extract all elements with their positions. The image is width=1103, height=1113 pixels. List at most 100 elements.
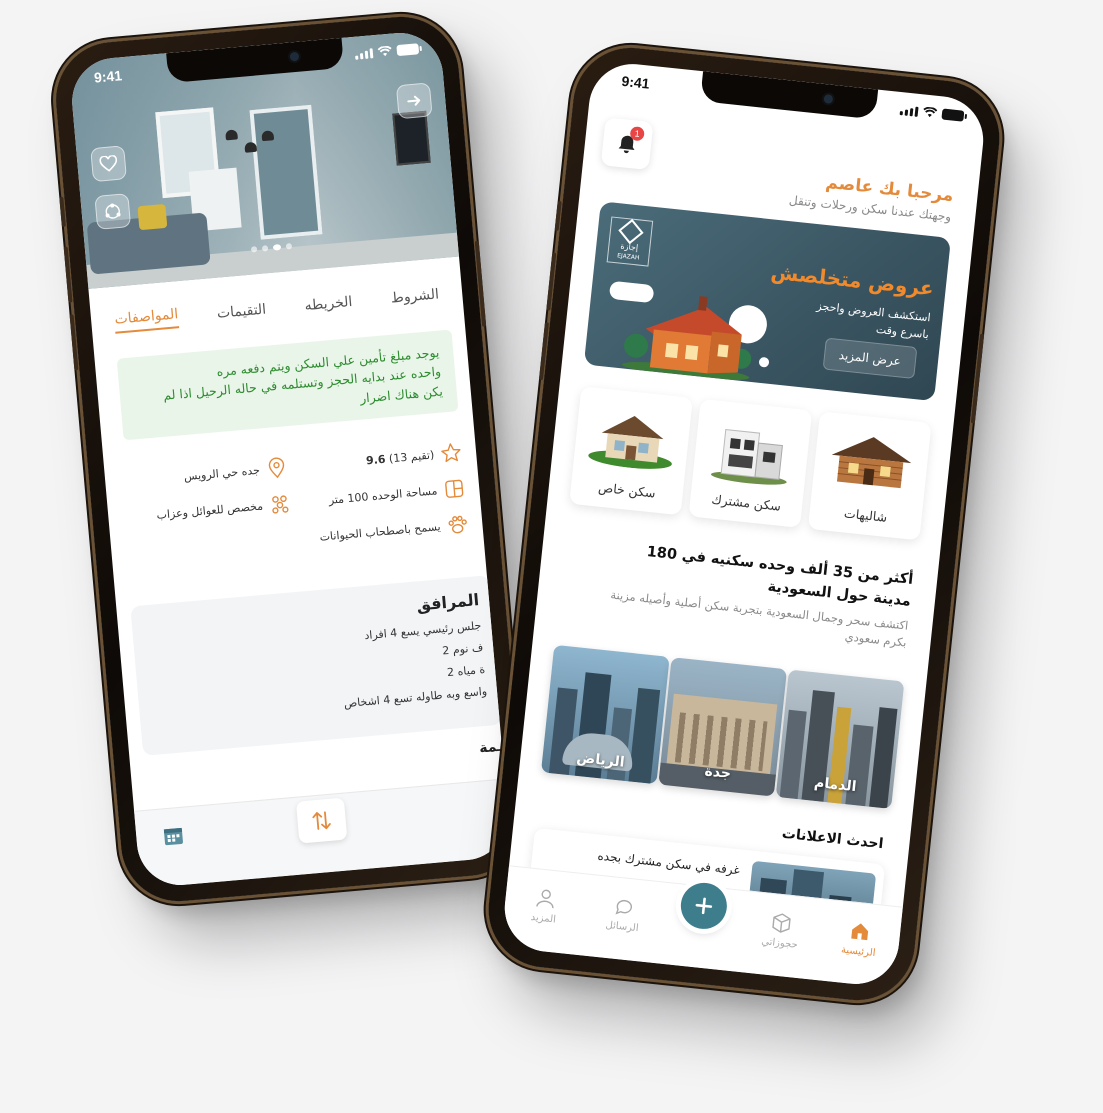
latest-ads-title: احدث الاعلانات <box>781 825 885 853</box>
heart-icon <box>99 154 118 172</box>
notification-badge: 1 <box>629 126 645 142</box>
box-icon <box>772 913 791 933</box>
pager-dot-active[interactable] <box>272 243 282 251</box>
category-label: سكن خاص <box>597 479 657 501</box>
volume-up <box>546 252 557 311</box>
audience-feature: مخصص للعوائل وعزاب <box>122 492 292 529</box>
notifications-button[interactable]: 1 <box>600 117 654 171</box>
location-feature[interactable]: جده حي الرويس <box>118 456 288 493</box>
tab-label: حجوزاتي <box>760 936 799 951</box>
tab-map[interactable]: الخريطه <box>304 294 353 314</box>
tab-messages[interactable]: الرسائل <box>592 892 656 935</box>
rating-value: 9.6 <box>365 452 387 467</box>
features-grid: (تقيم 13) 9.6 جده حي الرويس مساحة الوحده… <box>118 441 469 565</box>
power-button <box>970 333 985 424</box>
category-private[interactable]: سكن خاص <box>569 386 693 516</box>
city-dammam[interactable]: الدمام <box>775 669 905 809</box>
location-text: جده حي الرويس <box>183 463 261 483</box>
house-illustration <box>622 296 752 381</box>
signal-icon <box>899 105 919 117</box>
wifi-icon <box>923 106 938 118</box>
plus-icon <box>695 897 713 914</box>
audience-text: مخصص للعوائل وعزاب <box>155 499 264 522</box>
tab-home[interactable]: الرئيسية <box>828 917 892 960</box>
city-jeddah[interactable]: جدة <box>658 657 788 797</box>
swap-vertical-icon <box>312 811 331 830</box>
private-house-image <box>588 415 672 469</box>
rating-feature: (تقيم 13) 9.6 <box>293 441 463 478</box>
cities: الرياض جدة الدمام <box>540 644 905 809</box>
detail-screen: 9:41 المواصفات التقيمات الخريطه الشروط ي… <box>68 29 512 889</box>
category-chalets[interactable]: شاليهات <box>807 411 932 541</box>
calendar-icon <box>163 827 183 846</box>
family-icon <box>272 495 289 514</box>
category-shared[interactable]: سكن مشترك <box>688 398 813 528</box>
favorite-button[interactable] <box>90 145 127 183</box>
pager-dot[interactable] <box>285 243 293 250</box>
battery-icon <box>941 108 965 122</box>
status-time: 9:41 <box>620 72 651 92</box>
volume-down <box>69 314 79 371</box>
star-icon <box>441 443 461 463</box>
phone-home: 9:41 1 مرحبا بك عاصم وجهتك عندنا سكن ورح… <box>482 42 1006 1006</box>
user-icon <box>535 889 554 909</box>
signal-icon <box>355 47 374 60</box>
home-icon <box>851 923 869 941</box>
home-screen: 9:41 1 مرحبا بك عاصم وجهتك عندنا سكن ورح… <box>500 59 988 989</box>
next-button[interactable] <box>395 82 433 120</box>
greeting: مرحبا بك عاصم وجهتك عندنا سكن ورحلات وتن… <box>788 169 954 224</box>
categories: سكن خاص سكن مشترك شاليهات <box>569 386 932 541</box>
wifi-icon <box>377 45 392 57</box>
promo-title: عروض متخلصش <box>769 259 935 301</box>
swap-button[interactable] <box>295 797 348 844</box>
lamp <box>244 141 258 153</box>
tab-more[interactable]: المزيد <box>513 884 577 927</box>
tab-bookings[interactable]: حجوزاتي <box>749 909 813 952</box>
tab-terms[interactable]: الشروط <box>390 286 439 306</box>
power-button <box>474 240 487 327</box>
tab-label: الرسائل <box>604 919 640 935</box>
pager-dot[interactable] <box>261 245 269 252</box>
lamp <box>225 129 238 141</box>
city-riyadh[interactable]: الرياض <box>540 644 670 785</box>
stats-headline: أكثر من 35 ألف وحده سكنيه في 180 مدينة ح… <box>607 539 914 652</box>
battery-icon <box>396 43 420 57</box>
moon-dot <box>758 356 770 368</box>
share-button[interactable] <box>94 193 132 230</box>
brand-en: EJAZAH <box>616 252 640 262</box>
pets-text: يسمح باصطحاب الحيوانات <box>319 519 441 544</box>
ejazah-logo: إجازة EJAZAH <box>606 216 654 267</box>
status-icons <box>899 104 965 122</box>
chalet-image <box>831 437 912 489</box>
calendar-button[interactable] <box>161 824 185 852</box>
pager-dot[interactable] <box>250 246 258 253</box>
promo-subtitle: استكشف العروض واحجز باسرع وقت <box>815 299 932 341</box>
chat-icon <box>615 899 632 915</box>
category-label: سكن مشترك <box>710 491 782 514</box>
status-time: 9:41 <box>93 67 123 86</box>
add-listing-button[interactable] <box>678 880 730 931</box>
tab-add[interactable] <box>672 880 733 931</box>
tab-ratings[interactable]: التقيمات <box>216 302 266 322</box>
lamp <box>261 130 275 142</box>
deposit-notice: يوجد مبلغ تأمين علي السكن ويتم دفعه مره … <box>116 329 459 441</box>
room-door <box>249 104 323 240</box>
notch <box>699 71 879 120</box>
promo-banner[interactable]: إجازة EJAZAH عروض متخلصش استكشف العروض و… <box>583 201 952 402</box>
volume-up <box>63 246 73 303</box>
pets-feature: يسمح باصطحاب الحيوانات <box>299 513 469 550</box>
volume-down <box>538 322 549 381</box>
next-section-title: ـمة <box>478 738 503 757</box>
tab-label: المزيد <box>530 911 557 926</box>
area-feature: مساحة الوحده 100 متر <box>296 477 466 514</box>
promo-more-button[interactable]: عرض المزيد <box>822 337 918 379</box>
room-cushion <box>137 203 168 231</box>
paw-icon <box>448 515 467 534</box>
rating-count: (تقيم 13) <box>388 447 435 465</box>
phone-detail: 9:41 المواصفات التقيمات الخريطه الشروط ي… <box>51 12 529 906</box>
mute-switch <box>554 200 562 232</box>
latest-ad-title: غرفه في سكن مشترك بجده <box>596 848 741 878</box>
room-tv <box>392 110 431 166</box>
tab-specs[interactable]: المواصفات <box>113 306 180 334</box>
shared-housing-image <box>711 429 787 485</box>
